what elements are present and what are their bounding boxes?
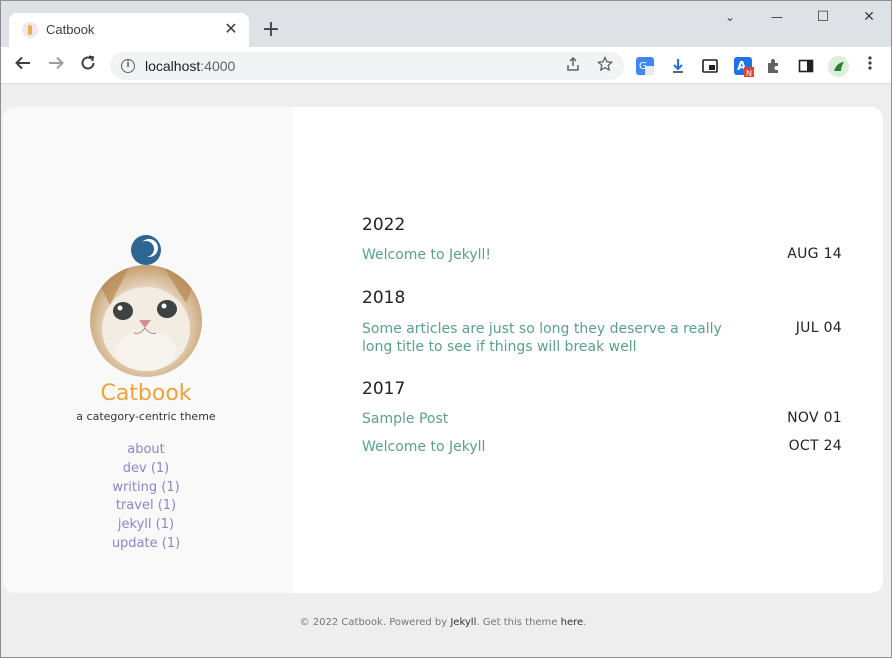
nav-link-jekyll[interactable]: jekyll (1) — [3, 516, 289, 535]
browser-menu-icon[interactable] — [858, 54, 882, 78]
site-logo-icon[interactable] — [131, 235, 161, 265]
back-arrow-icon — [15, 56, 30, 70]
footer-period: . — [583, 617, 587, 628]
reload-button[interactable] — [76, 54, 100, 78]
post-link[interactable]: Welcome to Jekyll! — [362, 246, 742, 264]
browser-window: Catbook ✕ + ⌄ — ☐ ✕ i localhost:4000 G A… — [0, 0, 892, 658]
extensions-puzzle-icon[interactable] — [765, 57, 783, 75]
post-archive: 2022 Welcome to Jekyll! AUG 14 2018 Some… — [362, 107, 842, 593]
avatar — [90, 265, 202, 377]
minimize-button[interactable]: — — [767, 7, 787, 27]
tab-title: Catbook — [46, 22, 95, 37]
side-panel-icon[interactable] — [797, 57, 815, 75]
svg-text:G: G — [639, 61, 647, 72]
favicon-icon — [22, 22, 38, 38]
category-nav: about dev (1) writing (1) travel (1) jek… — [3, 441, 289, 554]
page-viewport: Catbook a category-centric theme about d… — [1, 85, 891, 657]
url-text[interactable]: localhost:4000 — [145, 58, 235, 74]
nav-link-travel[interactable]: travel (1) — [3, 497, 289, 516]
new-tab-button[interactable]: + — [260, 19, 282, 42]
reload-icon — [81, 55, 95, 70]
nav-link-about[interactable]: about — [3, 441, 289, 460]
year-heading: 2017 — [362, 379, 406, 399]
window-close-button[interactable]: ✕ — [859, 7, 879, 27]
year-heading: 2018 — [362, 288, 406, 308]
maximize-button[interactable]: ☐ — [813, 7, 833, 27]
nav-link-writing[interactable]: writing (1) — [3, 479, 289, 498]
page-footer: © 2022 Catbook. Powered by Jekyll. Get t… — [1, 617, 885, 628]
forward-button[interactable] — [44, 54, 68, 78]
share-icon[interactable] — [563, 56, 583, 76]
forward-arrow-icon — [49, 56, 64, 70]
site-description: a category-centric theme — [76, 410, 216, 423]
nav-link-dev[interactable]: dev (1) — [3, 460, 289, 479]
nav-link-update[interactable]: update (1) — [3, 535, 289, 554]
tab-close-icon[interactable]: ✕ — [222, 20, 240, 38]
bookmark-star-icon[interactable] — [595, 55, 615, 76]
footer-theme-link[interactable]: here — [561, 617, 584, 628]
site-info-icon[interactable]: i — [121, 59, 135, 73]
cat-photo — [90, 265, 202, 371]
site-title[interactable]: Catbook — [3, 381, 289, 406]
year-heading: 2022 — [362, 215, 406, 235]
footer-text: . Get this theme — [476, 617, 561, 628]
browser-toolbar: i localhost:4000 G AN — [1, 47, 891, 84]
footer-copyright: © 2022 Catbook. Powered by — [299, 617, 451, 628]
google-translate-extension-icon[interactable]: G — [636, 57, 654, 75]
tab-search-icon[interactable]: ⌄ — [720, 7, 740, 27]
post-date: JUL 04 — [795, 320, 842, 336]
back-button[interactable] — [11, 54, 35, 78]
address-bar[interactable]: i localhost:4000 — [110, 52, 624, 80]
post-date: NOV 01 — [787, 410, 842, 426]
post-date: OCT 24 — [788, 438, 842, 454]
footer-jekyll-link[interactable]: Jekyll — [450, 617, 476, 628]
post-date: AUG 14 — [787, 246, 842, 262]
svg-text:N: N — [746, 69, 752, 78]
post-link[interactable]: Some articles are just so long they dese… — [362, 320, 742, 356]
sidebar: Catbook a category-centric theme about d… — [3, 107, 293, 593]
content-card: Catbook a category-centric theme about d… — [3, 107, 883, 593]
post-link[interactable]: Welcome to Jekyll — [362, 438, 742, 456]
download-extension-icon[interactable] — [669, 57, 687, 75]
profile-avatar[interactable] — [828, 56, 849, 77]
tab-strip: Catbook ✕ + ⌄ — ☐ ✕ — [1, 1, 891, 47]
picture-in-picture-icon[interactable] — [701, 57, 719, 75]
tab-catbook[interactable]: Catbook ✕ — [9, 13, 249, 47]
post-link[interactable]: Sample Post — [362, 410, 742, 428]
translator-extension-icon[interactable]: AN — [734, 57, 754, 78]
